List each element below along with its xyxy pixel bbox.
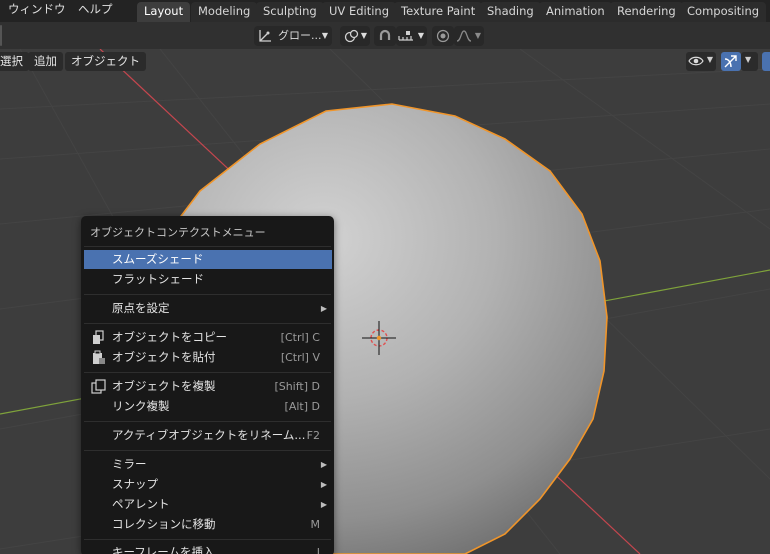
submenu-arrow-icon: ▶	[320, 460, 327, 469]
menu-item-shortcut: M	[310, 518, 321, 531]
menu-separator	[84, 294, 331, 295]
submenu-arrow-icon: ▶	[320, 480, 327, 489]
menu-item-shortcut: I	[316, 546, 320, 554]
tab-uv-editing[interactable]: UV Editing	[322, 2, 396, 22]
menu-item-label: オブジェクトを貼付	[112, 350, 216, 364]
tab-layout[interactable]: Layout	[137, 2, 191, 22]
menu-item-parent[interactable]: ペアレント ▶	[84, 495, 332, 514]
menu-item-duplicate-linked[interactable]: リンク複製 [Alt] D	[84, 397, 332, 416]
menu-item-label: ミラー	[112, 457, 147, 471]
menu-item-paste-objects[interactable]: オブジェクトを貼付 [Ctrl] V	[84, 348, 332, 367]
menu-item-label: フラットシェード	[112, 272, 204, 286]
chevron-down-icon: ▼	[745, 55, 752, 64]
menu-item-label: スナップ	[112, 477, 158, 491]
transform-orientation-icon	[259, 30, 271, 42]
tab-compositing[interactable]: Compositing	[680, 2, 767, 22]
pivot-point-dropdown[interactable]: ▼	[340, 26, 370, 46]
menu-item-move-to-collection[interactable]: コレクションに移動 M	[84, 515, 332, 534]
menu-item-label: オブジェクトを複製	[112, 379, 216, 393]
visibility-dropdown[interactable]: ▼	[686, 52, 716, 71]
menu-item-label: コレクションに移動	[112, 517, 216, 531]
menu-window[interactable]: ウィンドウ	[8, 0, 66, 22]
menu-add[interactable]: 追加	[28, 52, 63, 71]
menu-item-shortcut: F2	[306, 429, 320, 442]
chevron-down-icon: ▼	[321, 31, 328, 40]
proportional-edit-toggle[interactable]	[432, 26, 454, 46]
menu-item-label: ペアレント	[112, 497, 170, 511]
gizmo-icon	[724, 55, 737, 68]
header-left-edge	[0, 25, 2, 46]
menu-item-flat-shade[interactable]: フラットシェード	[84, 270, 332, 289]
tab-modeling[interactable]: Modeling	[191, 2, 258, 22]
snap-increment-icon	[398, 31, 413, 41]
object-context-menu: オブジェクトコンテクストメニュー スムーズシェード フラットシェード 原点を設定…	[81, 216, 334, 554]
snap-magnet-icon	[379, 29, 391, 40]
submenu-arrow-icon: ▶	[320, 500, 327, 509]
menu-item-label: オブジェクトをコピー	[112, 330, 227, 344]
menu-separator	[84, 323, 331, 324]
gizmo-dropdown[interactable]: ▼	[741, 52, 758, 71]
chevron-down-icon: ▼	[706, 55, 713, 64]
menu-item-label: 原点を設定	[112, 301, 170, 315]
gizmo-toggle[interactable]	[721, 52, 741, 71]
tab-texture-paint[interactable]: Texture Paint	[394, 2, 483, 22]
menu-item-insert-keyframe[interactable]: キーフレームを挿入 I	[84, 543, 332, 554]
menu-object[interactable]: オブジェクト	[65, 52, 146, 71]
menu-item-label: リンク複製	[112, 399, 170, 413]
snap-toggle[interactable]	[374, 26, 396, 46]
paste-icon	[93, 350, 105, 364]
menu-separator	[84, 372, 331, 373]
tab-shading[interactable]: Shading	[480, 2, 541, 22]
transform-orientation-value: グロー...	[278, 29, 322, 42]
menu-item-shortcut: [Shift] D	[274, 380, 320, 393]
top-bar: ウィンドウ ヘルプ Layout Modeling Sculpting UV E…	[0, 0, 770, 22]
menu-item-shortcut: [Alt] D	[284, 400, 320, 413]
chevron-down-icon: ▼	[360, 31, 367, 40]
transform-orientation-dropdown[interactable]: グロー... ▼	[254, 26, 332, 46]
menu-item-duplicate-objects[interactable]: オブジェクトを複製 [Shift] D	[84, 377, 332, 396]
menu-item-set-origin[interactable]: 原点を設定 ▶	[84, 299, 332, 318]
menu-help[interactable]: ヘルプ	[78, 0, 113, 22]
menu-item-copy-objects[interactable]: オブジェクトをコピー [Ctrl] C	[84, 328, 332, 347]
tab-sculpting[interactable]: Sculpting	[256, 2, 324, 22]
menu-separator	[84, 421, 331, 422]
falloff-curve-icon	[456, 30, 472, 42]
duplicate-icon	[91, 379, 106, 394]
pivot-point-icon	[344, 29, 359, 43]
menu-item-label: キーフレームを挿入	[112, 545, 215, 554]
menu-separator	[84, 450, 331, 451]
copy-icon	[93, 330, 104, 344]
snap-target-dropdown[interactable]: ▼	[396, 26, 427, 46]
menu-item-smooth-shade[interactable]: スムーズシェード	[84, 250, 332, 269]
menu-separator	[84, 539, 331, 540]
menu-item-mirror[interactable]: ミラー ▶	[84, 455, 332, 474]
menu-separator	[84, 246, 331, 247]
falloff-dropdown[interactable]: ▼	[454, 26, 484, 46]
tab-rendering[interactable]: Rendering	[610, 2, 683, 22]
menu-item-label: アクティブオブジェクトをリネーム...	[112, 428, 306, 442]
visibility-eye-icon	[688, 56, 704, 66]
menu-select[interactable]: 選択	[0, 52, 29, 71]
proportional-edit-icon	[436, 29, 450, 43]
submenu-arrow-icon: ▶	[320, 304, 327, 313]
menu-item-label: スムーズシェード	[112, 252, 204, 266]
chevron-down-icon: ▼	[417, 31, 424, 40]
menu-item-shortcut: [Ctrl] C	[280, 331, 320, 344]
context-menu-title: オブジェクトコンテクストメニュー	[90, 226, 266, 239]
overlay-toggle[interactable]	[762, 52, 770, 71]
menu-item-rename-active[interactable]: アクティブオブジェクトをリネーム... F2	[84, 426, 332, 445]
chevron-down-icon: ▼	[474, 31, 481, 40]
menu-item-shortcut: [Ctrl] V	[280, 351, 320, 364]
menu-item-snap[interactable]: スナップ ▶	[84, 475, 332, 494]
tab-animation[interactable]: Animation	[539, 2, 612, 22]
tool-header: グロー... ▼ ▼ ▼ ▼	[0, 22, 770, 49]
